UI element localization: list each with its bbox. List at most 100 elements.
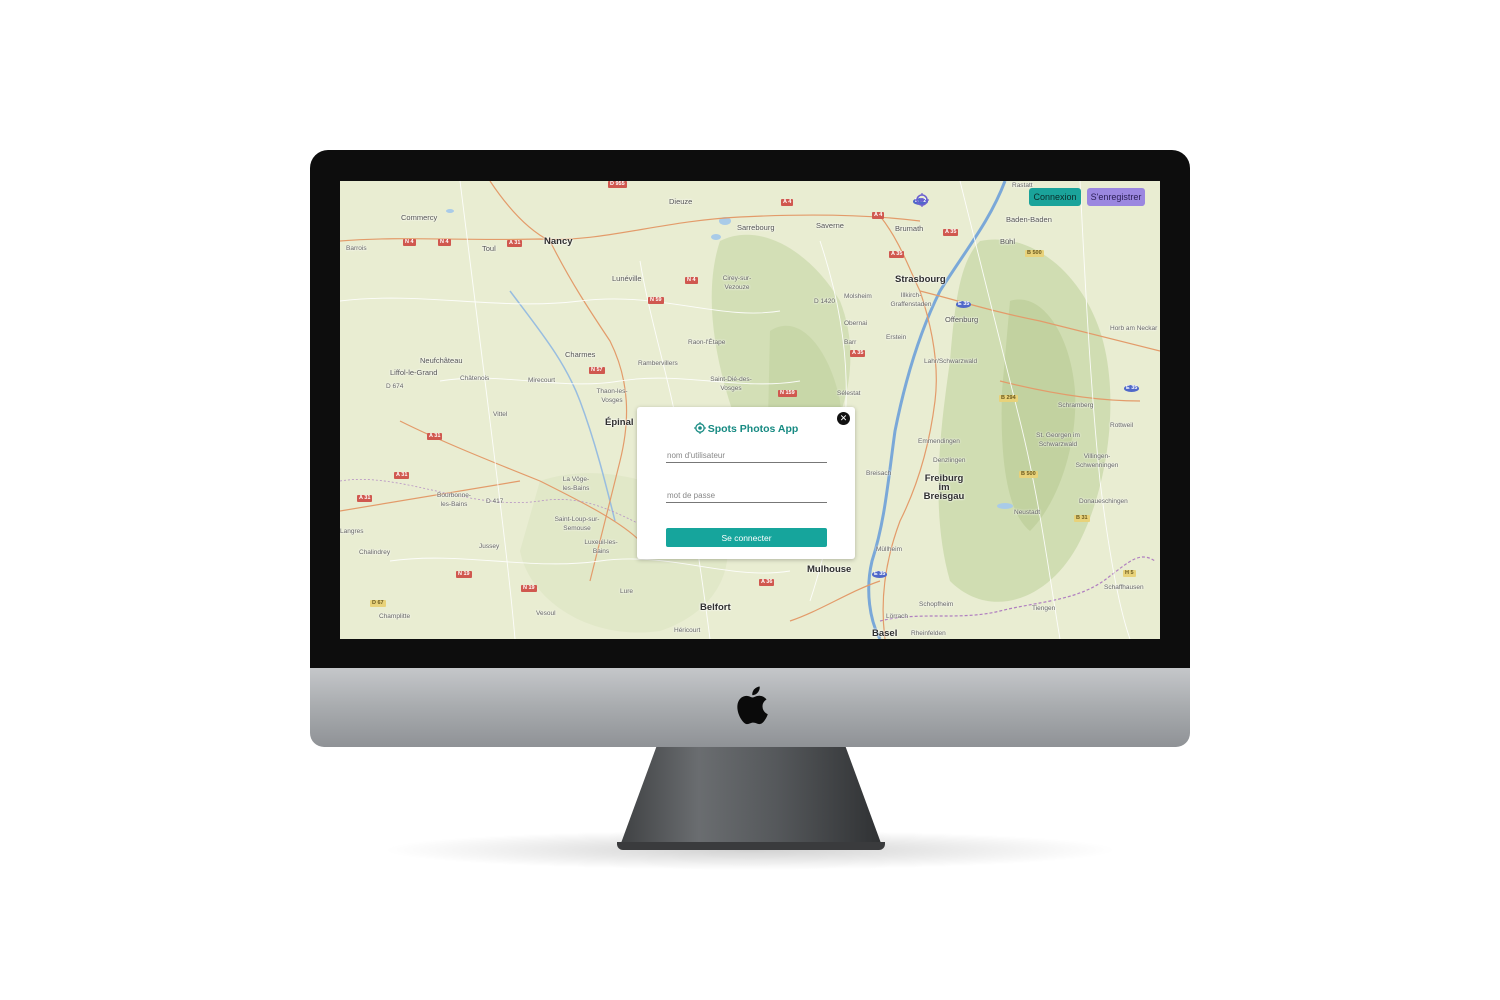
map-label: Obernai: [844, 320, 868, 327]
road-shield: N 19: [521, 585, 537, 592]
map-label: Châtenois: [460, 375, 490, 382]
map-label: Saint-Dié-des-Vosges: [710, 376, 752, 392]
monitor-stand: [620, 746, 882, 846]
map-label: Offenburg: [945, 315, 979, 324]
map-label: Bühl: [1000, 237, 1016, 246]
road-shield: A 35: [943, 229, 959, 236]
register-button[interactable]: S'enregistrer: [1087, 188, 1145, 206]
road-label: D 417: [486, 498, 504, 505]
map-label: Rheinfelden: [911, 630, 946, 637]
map-label: Mulhouse: [807, 564, 852, 575]
current-location-icon[interactable]: [915, 193, 929, 207]
map-label: Schramberg: [1058, 402, 1094, 409]
map-label: La Vôge-les-Bains: [562, 476, 590, 492]
map-label: Emmendingen: [918, 438, 960, 445]
map-label: Thaon-les-Vosges: [596, 388, 628, 404]
map-label: Lörrach: [886, 613, 909, 620]
map-label: Commercy: [401, 213, 438, 222]
road-shield: D 955: [608, 181, 627, 188]
map-screen[interactable]: Commercy Nancy Toul Dieuze Sarrebourg Sa…: [340, 181, 1160, 639]
map-label: Vittel: [493, 411, 508, 418]
map-label: Tiengen: [1032, 605, 1056, 612]
map-label: Raon-l'Étape: [688, 339, 726, 346]
road-shield: A 4: [872, 212, 885, 219]
login-button[interactable]: Connexion: [1029, 188, 1081, 206]
app-logo-icon: [693, 422, 706, 434]
map-label: Basel: [872, 628, 898, 639]
road-shield: A 35: [889, 251, 905, 258]
password-input[interactable]: [666, 488, 827, 503]
map-label: Sarrebourg: [737, 223, 775, 232]
road-shield: N 4: [685, 277, 698, 284]
road-shield: B 500: [1025, 250, 1044, 257]
road-shield: A 31: [394, 472, 410, 479]
road-shield: N 159: [778, 390, 797, 397]
monitor-stand-base: [617, 842, 885, 850]
modal-title: Spots Photos App: [637, 422, 855, 435]
map-label: Nancy: [544, 236, 573, 247]
map-label: Saint-Loup-sur-Semouse: [554, 516, 600, 532]
map-label: Villingen-Schwenningen: [1075, 453, 1119, 469]
map-label: Mirecourt: [528, 377, 556, 384]
road-shield: N 59: [648, 297, 664, 304]
map-label: Denzlingen: [933, 457, 966, 464]
road-shield: A 35: [850, 350, 866, 357]
map-label: Cirey-sur-Vezouze: [722, 275, 752, 291]
map-label: Schopfheim: [919, 601, 954, 608]
road-shield: A 31: [357, 495, 373, 502]
map-label: Belfort: [700, 602, 731, 613]
map-label: Épinal: [605, 417, 634, 428]
road-shield: A 31: [427, 433, 443, 440]
road-shield: A 36: [759, 579, 775, 586]
road-shield: N 19: [456, 571, 472, 578]
map-label: Müllheim: [876, 546, 903, 553]
map-label: Toul: [482, 244, 496, 253]
login-modal: ✕ Spots Photos App Se connecter: [637, 407, 855, 559]
map-label: Luxeuil-les-Bains: [584, 539, 618, 555]
username-input[interactable]: [666, 448, 827, 463]
road-label: D 674: [386, 383, 404, 390]
road-shield: B 294: [999, 395, 1018, 402]
road-shield: A 31: [507, 240, 523, 247]
map-label: Lahr/Schwarzwald: [924, 358, 978, 365]
map-label: St. Georgen im Schwarzwald: [1036, 432, 1080, 448]
submit-login-button[interactable]: Se connecter: [666, 528, 827, 547]
map-label: Brumath: [895, 224, 924, 233]
map-label: Donaueschingen: [1079, 498, 1128, 505]
road-shield: N 4: [403, 239, 416, 246]
map-label: Sélestat: [837, 390, 861, 397]
app-title: Spots Photos App: [707, 423, 799, 435]
map-label: Charmes: [565, 350, 596, 359]
map-label: Lunéville: [612, 274, 642, 283]
apple-logo-icon: [737, 686, 768, 725]
road-shield: B 500: [1019, 471, 1038, 478]
map-label: Illkirch-Graffenstaden: [890, 292, 932, 308]
map-label: Liffol-le-Grand: [390, 368, 438, 377]
road-shield: N 57: [589, 367, 605, 374]
map-label: Lure: [620, 588, 634, 595]
map-label: Freiburg im Breisgau: [923, 473, 965, 502]
map-label: Baden-Baden: [1006, 215, 1052, 224]
road-label: D 1420: [814, 298, 835, 305]
map-label: Schaffhausen: [1104, 584, 1144, 591]
map-label: Neufchâteau: [420, 356, 463, 365]
map-label: Saverne: [816, 221, 844, 230]
map-label: Neustadt: [1014, 509, 1041, 516]
road-shield: D 67: [370, 600, 386, 607]
road-shield: H 5: [1123, 570, 1136, 577]
map-label: Breisach: [866, 470, 892, 477]
map-label: Jussey: [479, 543, 500, 550]
map-label: Horb am Neckar: [1110, 325, 1158, 332]
map-label: Barrois: [346, 245, 367, 252]
map-label: Molsheim: [844, 293, 872, 300]
map-label: Vesoul: [536, 610, 556, 617]
road-shield: A 4: [781, 199, 794, 206]
map-label: Dieuze: [669, 197, 693, 206]
map-label: Erstein: [886, 334, 907, 341]
map-label: Bourbonne-les-Bains: [437, 492, 471, 508]
map-label: Rambervillers: [638, 360, 678, 367]
map-label: Chalindrey: [359, 549, 391, 556]
map-label: Strasbourg: [895, 274, 946, 285]
map-label: Langres: [340, 528, 364, 535]
road-shield: N 4: [438, 239, 451, 246]
